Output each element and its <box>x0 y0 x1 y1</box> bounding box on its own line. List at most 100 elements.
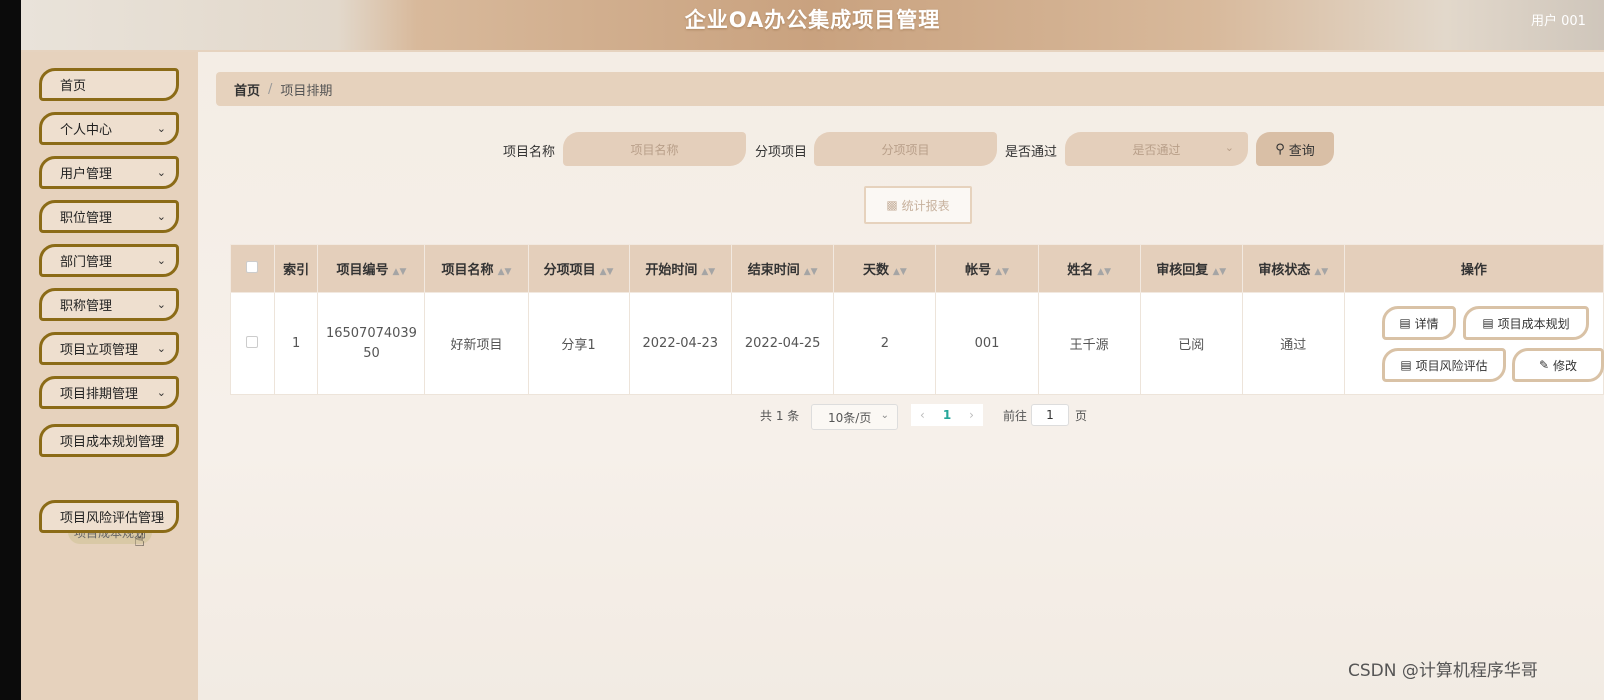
detail-button[interactable]: ▤ 详情 <box>1382 306 1456 340</box>
sidebar-item-project-cost-planning[interactable]: 项目成本规划管理 ⌃ <box>39 424 179 457</box>
sort-icon[interactable]: ▲▼ <box>600 267 614 277</box>
sidebar-item-position-management[interactable]: 职位管理 ⌄ <box>39 200 179 233</box>
column-header-label: 帐号 <box>965 263 992 278</box>
watermark: CSDN @计算机程序华哥 <box>1348 661 1538 681</box>
sort-icon[interactable]: ▲▼ <box>804 267 818 277</box>
sidebar-item-title-management[interactable]: 职称管理 ⌄ <box>39 288 179 321</box>
stats-report-label: 统计报表 <box>901 198 950 213</box>
cell-days: 2 <box>833 292 937 395</box>
window-edge <box>0 0 21 700</box>
sidebar-item-label: 个人中心 <box>60 123 113 138</box>
cell-end: 2022-04-25 <box>730 292 835 395</box>
stats-report-button[interactable]: ▩ 统计报表 <box>864 186 972 224</box>
row-select-cell[interactable] <box>230 292 275 395</box>
sub-project-label: 分项项目 <box>755 145 808 160</box>
select-all-checkbox[interactable] <box>246 260 259 273</box>
sidebar-item-label: 项目成本规划管理 <box>60 435 165 450</box>
chevron-down-icon: ⌄ <box>156 298 166 311</box>
chevron-down-icon: ⌄ <box>880 410 889 421</box>
project-name-input[interactable]: 项目名称 <box>563 132 746 166</box>
column-header[interactable]: 天数 ▲▼ <box>833 244 937 293</box>
row-checkbox[interactable] <box>246 335 259 348</box>
column-header-label: 审核回复 <box>1156 263 1209 278</box>
approved-select[interactable]: 是否通过 ⌄ <box>1065 132 1248 166</box>
sidebar-item-department-management[interactable]: 部门管理 ⌄ <box>39 244 179 277</box>
app-title: 企业OA办公集成项目管理 <box>684 8 941 32</box>
sidebar-item-project-initiation[interactable]: 项目立项管理 ⌄ <box>39 332 179 365</box>
document-icon: ▤ <box>1399 316 1411 330</box>
hand-cursor-icon: ☝ <box>134 530 145 551</box>
column-header-label: 审核状态 <box>1258 263 1311 278</box>
column-header-label: 分项项目 <box>543 263 596 278</box>
cost-planning-button[interactable]: ▤ 项目成本规划 <box>1463 306 1589 340</box>
sidebar: 首页 个人中心 ⌄ 用户管理 ⌄ 职位管理 ⌄ 部门管理 ⌄ 职称管理 ⌄ 项目立项管理 ⌄… <box>21 52 198 700</box>
page-size-value: 10条/页 <box>828 410 872 425</box>
column-header[interactable]: 姓名 ▲▼ <box>1037 244 1141 293</box>
cell-reply: 已阅 <box>1139 292 1243 395</box>
select-all-cell[interactable] <box>230 244 275 293</box>
chevron-down-icon: ⌄ <box>156 342 166 355</box>
chevron-down-icon: ⌄ <box>156 386 166 399</box>
sidebar-item-label: 部门管理 <box>60 255 113 270</box>
sort-icon[interactable]: ▲▼ <box>1314 267 1328 277</box>
chevron-up-icon: ⌃ <box>156 434 166 447</box>
sidebar-item-project-risk-assessment[interactable]: 项目风险评估管理 ⌄ <box>39 500 179 533</box>
sort-icon[interactable]: ▲▼ <box>701 267 715 277</box>
query-button[interactable]: ⚲ 查询 <box>1256 132 1334 166</box>
edit-button-label: 修改 <box>1553 358 1578 373</box>
chevron-down-icon: ⌄ <box>156 122 166 135</box>
chevron-down-icon: ⌄ <box>156 254 166 267</box>
column-header[interactable]: 审核状态 ▲▼ <box>1241 244 1345 293</box>
sidebar-item-user-management[interactable]: 用户管理 ⌄ <box>39 156 179 189</box>
page-size-select[interactable]: 10条/页 ⌄ <box>811 404 898 430</box>
sort-icon[interactable]: ▲▼ <box>1212 267 1226 277</box>
sidebar-item-home[interactable]: 首页 <box>39 68 179 101</box>
top-header: 企业OA办公集成项目管理 用户 001 退 <box>21 0 1604 52</box>
sort-icon[interactable]: ▲▼ <box>1097 267 1111 277</box>
sort-icon[interactable]: ▲▼ <box>995 267 1009 277</box>
breadcrumb-home[interactable]: 首页 <box>234 80 260 99</box>
sidebar-item-label: 项目风险评估管理 <box>60 511 165 526</box>
cell-name: 好新项目 <box>424 292 529 395</box>
column-header-label: 开始时间 <box>645 263 698 278</box>
column-header: 索引 <box>273 244 319 293</box>
chevron-down-icon: ⌄ <box>156 166 166 179</box>
risk-assessment-button[interactable]: ▤ 项目风险评估 <box>1382 348 1506 382</box>
column-header-label: 姓名 <box>1067 263 1094 278</box>
column-header: 操作 <box>1343 244 1604 293</box>
sub-project-input[interactable]: 分项项目 <box>814 132 997 166</box>
table-header-row: 索引 项目编号 ▲▼ 项目名称 ▲▼ 分项项目 ▲▼ 开始时间 ▲▼ 结束时间 ▲▼ 天数… <box>230 244 1604 293</box>
query-button-label: 查询 <box>1288 143 1315 159</box>
sidebar-item-personal-center[interactable]: 个人中心 ⌄ <box>39 112 179 145</box>
sidebar-item-label: 用户管理 <box>60 167 113 182</box>
detail-button-label: 详情 <box>1414 316 1439 331</box>
column-header[interactable]: 项目编号 ▲▼ <box>317 244 426 293</box>
cell-account: 001 <box>935 292 1039 395</box>
column-header[interactable]: 结束时间 ▲▼ <box>730 244 835 293</box>
column-header[interactable]: 项目名称 ▲▼ <box>424 244 529 293</box>
sidebar-item-project-schedule[interactable]: 项目排期管理 ⌄ <box>39 376 179 409</box>
sort-icon[interactable]: ▲▼ <box>393 267 407 277</box>
edit-icon: ✎ <box>1538 358 1550 372</box>
edit-button[interactable]: ✎ 修改 <box>1512 348 1604 382</box>
current-page[interactable]: 1 <box>943 408 951 422</box>
sidebar-item-label: 首页 <box>60 79 87 94</box>
column-header[interactable]: 帐号 ▲▼ <box>935 244 1039 293</box>
pager: ‹ 1 › <box>911 404 983 426</box>
search-icon: ⚲ <box>1275 141 1285 157</box>
sort-icon[interactable]: ▲▼ <box>893 267 907 277</box>
page-suffix: 页 <box>1075 409 1088 423</box>
column-header[interactable]: 开始时间 ▲▼ <box>628 244 732 293</box>
user-label[interactable]: 用户 001 <box>1531 10 1586 29</box>
cell-sub-project: 分享1 <box>527 292 630 395</box>
breadcrumb-separator: / <box>268 81 273 97</box>
column-header-label: 天数 <box>862 263 889 278</box>
column-header[interactable]: 分项项目 ▲▼ <box>527 244 630 293</box>
bar-chart-icon: ▩ <box>886 198 898 212</box>
column-header-label: 结束时间 <box>747 263 800 278</box>
sort-icon[interactable]: ▲▼ <box>498 267 512 277</box>
column-header[interactable]: 审核回复 ▲▼ <box>1139 244 1243 293</box>
goto-page-input[interactable]: 1 <box>1031 404 1069 426</box>
prev-page-icon[interactable]: ‹ <box>920 408 925 422</box>
next-page-icon[interactable]: › <box>969 408 974 422</box>
